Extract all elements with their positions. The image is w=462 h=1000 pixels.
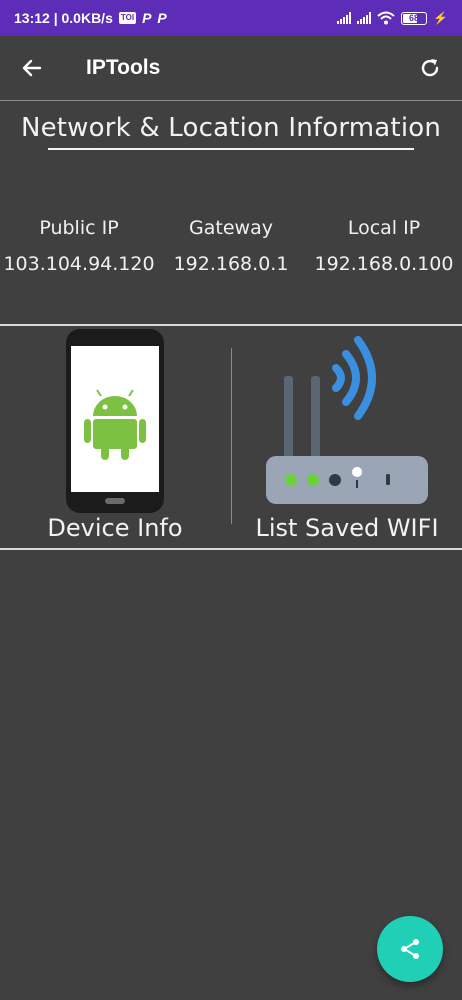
battery-icon: 68 [401, 11, 428, 25]
saved-wifi-tile[interactable]: List Saved WIFI [232, 326, 462, 548]
section-title: Network & Location Information [20, 113, 442, 143]
network-info-section: Network & Location Information Public IP… [0, 100, 462, 325]
status-left: 13:12 | 0.0KB/s TOI P P [14, 10, 167, 26]
back-button[interactable] [0, 36, 64, 100]
status-bar: 13:12 | 0.0KB/s TOI P P 68 ⚡ [0, 0, 462, 36]
refresh-button[interactable] [398, 36, 462, 100]
public-ip-label: Public IP [39, 217, 119, 239]
device-info-tile[interactable]: Device Info [0, 326, 230, 548]
news-badge-icon: TOI [118, 12, 137, 24]
local-ip-label: Local IP [347, 217, 421, 239]
app-title: IPTools [86, 56, 161, 79]
wifi-router-icon [266, 336, 428, 504]
status-time-speed: 13:12 | 0.0KB/s [14, 10, 113, 26]
refresh-icon [421, 59, 439, 77]
share-button[interactable] [377, 916, 443, 982]
public-ip-value: 103.104.94.120 [3, 253, 155, 275]
charging-bolt-icon: ⚡ [433, 11, 448, 25]
status-right: 68 ⚡ [337, 11, 448, 25]
android-phone-icon [66, 329, 164, 513]
arrow-left-icon [22, 59, 42, 77]
p-app-icon: P [142, 10, 152, 26]
p-app-icon-2: P [157, 10, 167, 26]
tools-bottom-divider [0, 548, 462, 550]
local-ip-value: 192.168.0.100 [314, 253, 454, 275]
battery-percent: 68 [409, 13, 420, 23]
app-bar: IPTools [0, 36, 462, 100]
signal-icon [337, 12, 352, 24]
saved-wifi-label: List Saved WIFI [255, 514, 439, 542]
gateway-value: 192.168.0.1 [173, 253, 289, 275]
public-ip-column: Public IP 103.104.94.120 [2, 217, 156, 275]
gateway-column: Gateway 192.168.0.1 [154, 217, 308, 275]
gateway-label: Gateway [189, 217, 273, 239]
wifi-status-icon [377, 11, 395, 25]
title-underline [48, 148, 414, 150]
share-icon [401, 939, 419, 959]
tools-section: Device Info List Saved WIFI [0, 326, 462, 548]
signal-icon-2 [357, 12, 372, 24]
local-ip-column: Local IP 192.168.0.100 [307, 217, 461, 275]
device-info-label: Device Info [47, 514, 183, 542]
